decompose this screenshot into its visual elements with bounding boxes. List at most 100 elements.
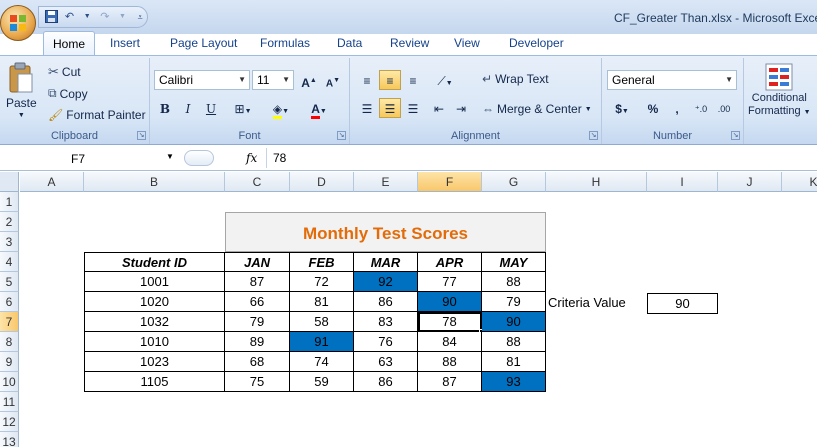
align-center-button[interactable]: ☰ — [379, 98, 401, 118]
table-cell[interactable]: 88 — [482, 332, 546, 352]
align-middle-button[interactable]: ≡ — [379, 70, 401, 90]
tab-home[interactable]: Home — [43, 31, 95, 55]
grow-font-button[interactable]: A▲ — [298, 70, 320, 90]
bold-button[interactable]: B — [154, 98, 176, 118]
table-cell[interactable]: 86 — [354, 292, 418, 312]
table-cell[interactable]: 90 — [482, 312, 546, 332]
tab-review[interactable]: Review — [384, 31, 435, 55]
table-cell[interactable]: 59 — [290, 372, 354, 392]
number-launcher-icon[interactable]: ↘ — [731, 131, 740, 140]
table-cell[interactable]: 77 — [418, 272, 482, 292]
borders-button[interactable]: ⊞▼ — [226, 98, 260, 118]
redo-icon[interactable]: ↷ — [98, 10, 112, 24]
font-color-button[interactable]: A▼ — [302, 98, 336, 119]
table-cell[interactable]: 92 — [354, 272, 418, 292]
table-header-cell[interactable]: MAY — [482, 252, 546, 272]
table-cell[interactable]: 75 — [225, 372, 290, 392]
column-header-c[interactable]: C — [225, 172, 290, 192]
criteria-value[interactable]: 90 — [647, 293, 718, 314]
clipboard-launcher-icon[interactable]: ↘ — [137, 131, 146, 140]
orientation-button[interactable]: ⟋▼ — [430, 70, 460, 90]
row-header-5[interactable]: 5 — [0, 272, 19, 292]
align-bottom-button[interactable]: ≡ — [402, 70, 424, 90]
row-header-2[interactable]: 2 — [0, 212, 19, 232]
table-cell[interactable]: 1105 — [84, 372, 225, 392]
increase-indent-button[interactable]: ⇥ — [450, 98, 472, 118]
table-header-cell[interactable]: APR — [418, 252, 482, 272]
row-header-7[interactable]: 7 — [0, 312, 19, 332]
table-cell[interactable]: 1020 — [84, 292, 225, 312]
column-header-d[interactable]: D — [290, 172, 354, 192]
align-left-button[interactable]: ☰ — [356, 98, 378, 118]
font-launcher-icon[interactable]: ↘ — [337, 131, 346, 140]
currency-button[interactable]: $▼ — [607, 98, 637, 118]
number-format-combo[interactable]: General ▼ — [607, 70, 737, 90]
shrink-font-button[interactable]: A▼ — [322, 70, 344, 90]
table-cell[interactable]: 87 — [225, 272, 290, 292]
table-header-cell[interactable]: JAN — [225, 252, 290, 272]
column-header-j[interactable]: J — [718, 172, 782, 192]
row-header-3[interactable]: 3 — [0, 232, 19, 252]
row-header-12[interactable]: 12 — [0, 412, 19, 432]
cut-button[interactable]: ✂ Cut — [48, 64, 81, 80]
table-cell[interactable]: 79 — [482, 292, 546, 312]
row-header-9[interactable]: 9 — [0, 352, 19, 372]
tab-page-layout[interactable]: Page Layout — [164, 31, 243, 55]
table-cell[interactable]: 74 — [290, 352, 354, 372]
percent-button[interactable]: % — [642, 98, 664, 118]
column-header-b[interactable]: B — [84, 172, 225, 192]
table-cell[interactable]: 1010 — [84, 332, 225, 352]
table-cell[interactable]: 88 — [482, 272, 546, 292]
table-cell[interactable]: 89 — [225, 332, 290, 352]
select-all-corner[interactable] — [0, 172, 19, 192]
underline-button[interactable]: U — [200, 98, 222, 118]
name-box[interactable]: F7 — [0, 148, 180, 168]
fill-color-button[interactable]: ◈▼ — [264, 98, 298, 119]
row-header-10[interactable]: 10 — [0, 372, 19, 392]
table-cell[interactable]: 68 — [225, 352, 290, 372]
table-cell[interactable]: 76 — [354, 332, 418, 352]
table-cell[interactable]: 1023 — [84, 352, 225, 372]
office-button[interactable] — [0, 5, 36, 41]
table-cell[interactable]: 84 — [418, 332, 482, 352]
table-cell[interactable]: 63 — [354, 352, 418, 372]
wrap-text-button[interactable]: ↵ Wrap Text — [482, 72, 549, 86]
align-right-button[interactable]: ☰ — [402, 98, 424, 118]
customize-qat-icon[interactable]: ⩡ — [133, 10, 147, 24]
increase-decimal-button[interactable]: ⁺.0 — [690, 98, 712, 118]
table-title[interactable]: Monthly Test Scores — [225, 212, 546, 252]
row-header-4[interactable]: 4 — [0, 252, 19, 272]
table-header-cell[interactable]: Student ID — [84, 252, 225, 272]
undo-icon[interactable]: ↶ — [63, 10, 77, 24]
tab-view[interactable]: View — [448, 31, 486, 55]
font-size-combo[interactable]: 11 ▼ — [252, 70, 294, 90]
tab-insert[interactable]: Insert — [104, 31, 146, 55]
column-header-k[interactable]: K — [782, 172, 817, 192]
row-header-11[interactable]: 11 — [0, 392, 19, 412]
table-cell[interactable]: 91 — [290, 332, 354, 352]
column-header-g[interactable]: G — [482, 172, 546, 192]
column-header-i[interactable]: I — [647, 172, 718, 192]
paste-button[interactable]: Paste ▼ — [6, 62, 37, 119]
column-header-a[interactable]: A — [20, 172, 84, 192]
table-header-cell[interactable]: MAR — [354, 252, 418, 272]
table-cell[interactable]: 81 — [482, 352, 546, 372]
tab-formulas[interactable]: Formulas — [254, 31, 316, 55]
decrease-decimal-button[interactable]: .00 — [713, 98, 735, 118]
decrease-indent-button[interactable]: ⇤ — [428, 98, 450, 118]
table-cell[interactable]: 93 — [482, 372, 546, 392]
table-cell[interactable]: 90 — [418, 292, 482, 312]
name-box-dropdown-icon[interactable]: ▼ — [166, 152, 174, 161]
table-cell[interactable]: 1001 — [84, 272, 225, 292]
column-header-e[interactable]: E — [354, 172, 418, 192]
table-cell[interactable]: 58 — [290, 312, 354, 332]
table-cell[interactable]: 72 — [290, 272, 354, 292]
copy-button[interactable]: ⧉ Copy — [48, 86, 88, 101]
table-header-cell[interactable]: FEB — [290, 252, 354, 272]
table-cell[interactable]: 87 — [418, 372, 482, 392]
merge-center-button[interactable]: ⇔ Merge & Center ▼ — [482, 102, 592, 116]
table-cell[interactable]: 66 — [225, 292, 290, 312]
save-icon[interactable] — [45, 10, 59, 24]
tab-data[interactable]: Data — [331, 31, 368, 55]
row-header-1[interactable]: 1 — [0, 192, 19, 212]
